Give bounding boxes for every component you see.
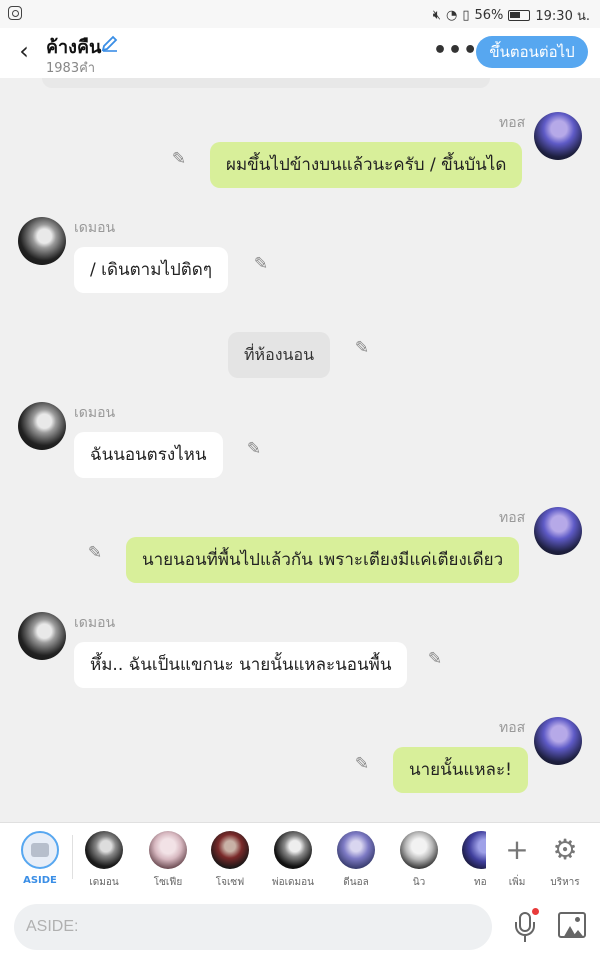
avatar-demon[interactable]: [18, 217, 66, 265]
gear-icon: ⚙: [552, 833, 578, 866]
avatar-demon[interactable]: [18, 402, 66, 450]
previous-message-fragment: [42, 78, 490, 88]
character-label: โซเฟีย: [153, 877, 183, 888]
add-character-button[interactable]: + เพิ่ม: [492, 831, 542, 890]
mute-icon: 🔇︎: [432, 8, 441, 23]
back-icon[interactable]: ‹: [10, 38, 38, 66]
aside-input[interactable]: [14, 904, 492, 950]
character-label: ทอ: [474, 877, 486, 888]
instagram-icon: [8, 6, 22, 20]
message-bubble[interactable]: ฉันนอนตรงไหน: [74, 432, 223, 478]
manage-button[interactable]: ⚙ บริหาร: [540, 831, 590, 890]
character-label: พ่อเดมอน: [272, 877, 314, 888]
status-icons: 🔇︎ ◔ ▯ 56% 19:30 น.: [433, 5, 590, 26]
edit-message-icon[interactable]: ✎: [84, 542, 106, 564]
character-label: นิว: [412, 877, 426, 888]
wifi-icon: ◔: [445, 8, 458, 23]
character-aside[interactable]: ASIDE: [10, 831, 70, 886]
character-label: ASIDE: [23, 875, 57, 886]
add-label: เพิ่ม: [508, 877, 526, 888]
recording-dot: [532, 908, 539, 915]
next-episode-button[interactable]: ขึ้นตอนต่อไป: [476, 36, 588, 68]
avatar-demon[interactable]: [18, 612, 66, 660]
plus-icon: +: [505, 833, 529, 866]
avatar-tos[interactable]: [534, 112, 582, 160]
input-bar: [0, 892, 600, 960]
character-demon-father[interactable]: พ่อเดมอน: [263, 831, 323, 890]
speaker-name: เดมอน: [74, 615, 116, 631]
avatar-tos[interactable]: [534, 717, 582, 765]
message-bubble[interactable]: ผมขึ้นไปข้างบนแล้วนะครับ / ขึ้นบันได: [210, 142, 523, 188]
speaker-name: เดมอน: [74, 405, 116, 421]
character-sophia[interactable]: โซเฟีย: [138, 831, 198, 890]
aside-icon: [21, 831, 59, 869]
speaker-name: ทอส: [499, 510, 526, 526]
message-bubble[interactable]: หึ้ม.. ฉันเป็นแขกนะ นายนั้นแหละนอนพื้น: [74, 642, 408, 688]
character-joseph[interactable]: โจเซฟ: [200, 831, 260, 890]
status-bar: 🔇︎ ◔ ▯ 56% 19:30 น.: [0, 0, 600, 28]
manage-label: บริหาร: [550, 877, 580, 888]
message-bubble[interactable]: / เดินตามไปติดๆ: [74, 247, 228, 293]
speaker-name: เดมอน: [74, 220, 116, 236]
character-avatar: [85, 831, 123, 869]
character-tos[interactable]: ทอ: [448, 831, 486, 890]
chat-area[interactable]: ทอส ✎ ผมขึ้นไปข้างบนแล้วนะครับ / ขึ้นบัน…: [0, 78, 600, 822]
edit-title-icon[interactable]: [100, 33, 122, 55]
battery-percent: 56%: [474, 8, 504, 23]
character-label: โจเซฟ: [215, 877, 245, 888]
character-avatar: [274, 831, 312, 869]
character-avatar: [211, 831, 249, 869]
sim-icon: ▯: [462, 8, 470, 23]
message-bubble[interactable]: นายนอนที่พื้นไปแล้วกัน เพราะเตียงมีแค่เต…: [126, 537, 520, 583]
message-bubble[interactable]: นายนั้นแหละ!: [393, 747, 528, 793]
header: ‹ ค้างคืน 1983คำ ••• ขึ้นตอนต่อไป: [0, 28, 600, 78]
image-icon[interactable]: [558, 912, 586, 938]
speaker-name: ทอส: [499, 720, 526, 736]
character-demon[interactable]: เดมอน: [74, 831, 134, 890]
microphone-icon[interactable]: [512, 910, 538, 944]
character-label: เดมอน: [89, 877, 119, 888]
character-new[interactable]: นิว: [389, 831, 449, 890]
character-dinol[interactable]: ดีนอล: [326, 831, 386, 890]
avatar-tos[interactable]: [534, 507, 582, 555]
edit-message-icon[interactable]: ✎: [250, 253, 272, 275]
character-avatar: [462, 831, 486, 869]
character-bar: ASIDE เดมอน โซเฟีย โจเซฟ พ่อเดมอน ดีนอล …: [0, 822, 600, 892]
character-avatar: [400, 831, 438, 869]
edit-message-icon[interactable]: ✎: [351, 753, 373, 775]
more-icon[interactable]: •••: [433, 38, 478, 63]
character-avatar: [337, 831, 375, 869]
narration-bubble[interactable]: ที่ห้องนอน: [228, 332, 330, 378]
battery-icon: [508, 10, 531, 21]
edit-message-icon[interactable]: ✎: [168, 148, 190, 170]
edit-message-icon[interactable]: ✎: [351, 337, 373, 359]
word-count: 1983คำ: [46, 61, 96, 76]
character-avatar: [149, 831, 187, 869]
divider: [72, 835, 73, 879]
character-label: ดีนอล: [343, 877, 369, 888]
edit-message-icon[interactable]: ✎: [424, 648, 446, 670]
edit-message-icon[interactable]: ✎: [243, 438, 265, 460]
clock: 19:30 น.: [535, 9, 590, 24]
speaker-name: ทอส: [499, 115, 526, 131]
